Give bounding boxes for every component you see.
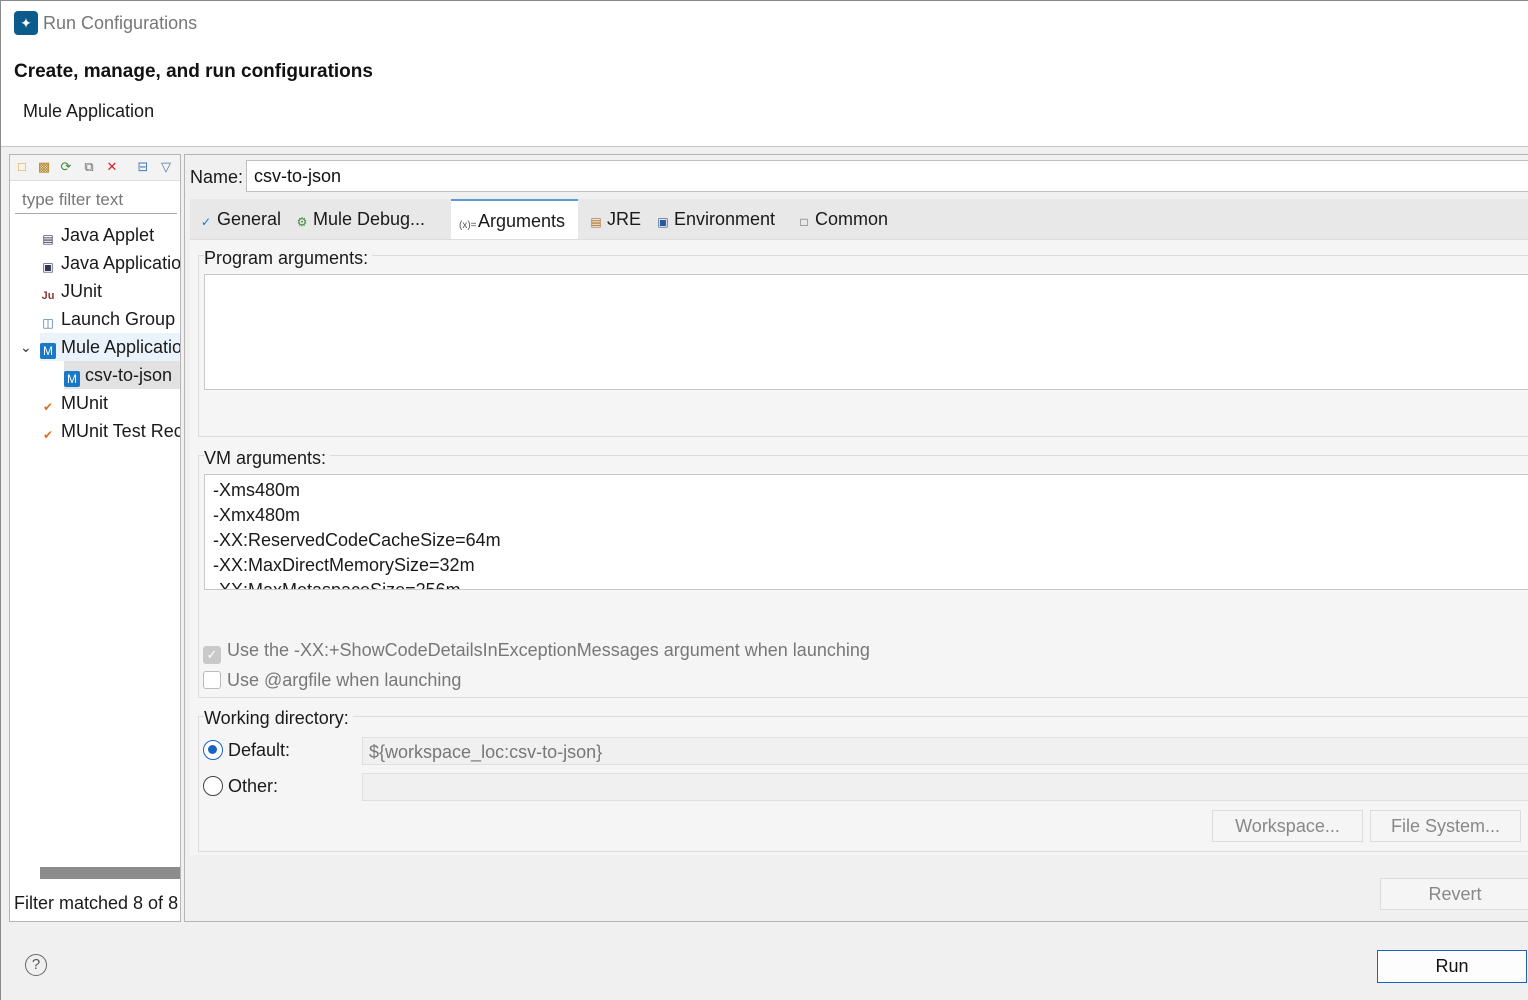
- vm-arguments-label: VM arguments:: [204, 448, 331, 469]
- vm-arg-line: -XX:ReservedCodeCacheSize=64m: [213, 530, 501, 550]
- tab-environment[interactable]: ▣ Environment: [655, 199, 775, 239]
- dialog-header: Create, manage, and run configurations M…: [1, 47, 1528, 147]
- configuration-tree-panel: □ ▩ ⟳ ⧉ ✕ ⊟ ▽ ▤Java Applet ▣Java Applica…: [9, 154, 181, 922]
- show-code-details-option[interactable]: ✓ Use the -XX:+ShowCodeDetailsInException…: [203, 640, 870, 664]
- bug-icon: ⚙: [296, 215, 308, 229]
- tree-item-java-application[interactable]: ▣ Java Application: [40, 249, 180, 277]
- vm-arguments-input[interactable]: -Xms480m -Xmx480m -XX:ReservedCodeCacheS…: [204, 474, 1528, 590]
- argfile-option[interactable]: Use @argfile when launching: [203, 670, 461, 691]
- run-configurations-dialog: ✦ Run Configurations Create, manage, and…: [0, 0, 1528, 1000]
- other-directory-field[interactable]: [362, 773, 1528, 801]
- chevron-down-icon[interactable]: ⌄: [20, 339, 32, 356]
- tree-item-munit-test-recorder[interactable]: ✔MUnit Test Recorder: [40, 417, 180, 445]
- default-radio[interactable]: [203, 740, 223, 760]
- program-arguments-input[interactable]: [204, 274, 1528, 390]
- filter-input[interactable]: [15, 186, 177, 214]
- argfile-checkbox[interactable]: [203, 671, 221, 689]
- new-prototype-icon[interactable]: ▩: [36, 159, 52, 175]
- arguments-tab-content: Program arguments: VM arguments: -Xms480…: [190, 239, 1528, 855]
- configuration-editor: Name: ✓General ⚙Mule Debug... (x)=Argume…: [184, 154, 1528, 922]
- show-code-details-checkbox[interactable]: ✓: [203, 646, 221, 664]
- default-option[interactable]: Default:: [203, 740, 290, 761]
- header-title: Create, manage, and run configurations: [14, 61, 373, 82]
- tab-common[interactable]: □ Common: [796, 199, 888, 239]
- tree-item-mule-application[interactable]: M Mule Application: [40, 333, 180, 361]
- munit-icon: ✔: [42, 428, 54, 442]
- mule-icon: M: [64, 371, 80, 387]
- horizontal-scrollbar[interactable]: [40, 867, 180, 879]
- tree-item-csv-to-json[interactable]: Mcsv-to-json: [64, 361, 180, 389]
- java-application-icon: ▣: [42, 260, 54, 274]
- mule-icon: ✓: [200, 215, 212, 229]
- app-icon: ✦: [14, 11, 38, 35]
- config-tabs: ✓ General ⚙ Mule Debug... (x)=Arguments ▤ J…: [190, 199, 1528, 239]
- vm-arg-line: -XX:MaxMetaspaceSize=256m: [213, 580, 461, 590]
- tab-arguments[interactable]: (x)=Arguments: [451, 199, 578, 239]
- title-bar: ✦ Run Configurations: [1, 1, 1528, 47]
- header-subtitle: Mule Application: [23, 101, 155, 121]
- environment-icon: ▣: [657, 215, 669, 229]
- jre-icon: ▤: [590, 215, 602, 229]
- delete-icon[interactable]: ✕: [104, 159, 120, 175]
- duplicate-icon[interactable]: ⧉: [81, 159, 97, 175]
- other-option[interactable]: Other:: [203, 776, 278, 797]
- tab-mule-debugger[interactable]: ⚙ Mule Debug...: [294, 199, 425, 239]
- vm-arg-line: -Xms480m: [213, 480, 301, 500]
- export-icon[interactable]: ⟳: [58, 159, 74, 175]
- file-system-button[interactable]: File System...: [1370, 810, 1521, 842]
- variable-icon: (x)=: [459, 220, 477, 231]
- name-label: Name:: [190, 167, 244, 187]
- vm-arg-line: -XX:MaxDirectMemorySize=32m: [213, 555, 475, 575]
- revert-button[interactable]: Revert: [1380, 878, 1528, 910]
- java-applet-icon: ▤: [42, 232, 54, 246]
- launch-group-icon: ◫: [42, 316, 54, 330]
- filter-status: Filter matched 8 of 8: [14, 893, 179, 913]
- run-button[interactable]: Run: [1377, 950, 1527, 983]
- help-icon[interactable]: ?: [25, 954, 47, 976]
- tree-item-junit[interactable]: Ju JUnit: [40, 277, 102, 305]
- new-config-icon[interactable]: □: [14, 159, 30, 175]
- default-directory-field: ${workspace_loc:csv-to-json}: [362, 737, 1528, 765]
- configuration-tree: ▤ Java Applet ▣ Java Application Ju JUnit ◫…: [10, 221, 180, 861]
- collapse-all-icon[interactable]: ⊟: [135, 159, 151, 175]
- mule-icon: M: [40, 343, 56, 359]
- junit-icon: Ju: [41, 290, 55, 302]
- window-title: Run Configurations: [43, 13, 198, 33]
- workspace-button[interactable]: Workspace...: [1212, 810, 1363, 842]
- munit-icon: ✔: [42, 400, 54, 414]
- tab-general[interactable]: ✓ General: [198, 199, 281, 239]
- name-input[interactable]: [246, 160, 1528, 192]
- tree-item-java-applet[interactable]: ▤ Java Applet: [40, 221, 154, 249]
- tab-jre[interactable]: ▤ JRE: [588, 199, 641, 239]
- program-arguments-label: Program arguments:: [204, 248, 373, 269]
- tree-item-munit[interactable]: ✔ MUnit: [40, 389, 108, 417]
- filter-icon[interactable]: ▽: [158, 159, 174, 175]
- vm-arg-line: -Xmx480m: [213, 505, 301, 525]
- tree-item-launch-group[interactable]: ◫ Launch Group: [40, 305, 175, 333]
- tree-toolbar: □ ▩ ⟳ ⧉ ✕ ⊟ ▽: [10, 155, 180, 181]
- common-icon: □: [800, 215, 808, 229]
- working-directory-label: Working directory:: [204, 708, 353, 729]
- other-radio[interactable]: [203, 776, 223, 796]
